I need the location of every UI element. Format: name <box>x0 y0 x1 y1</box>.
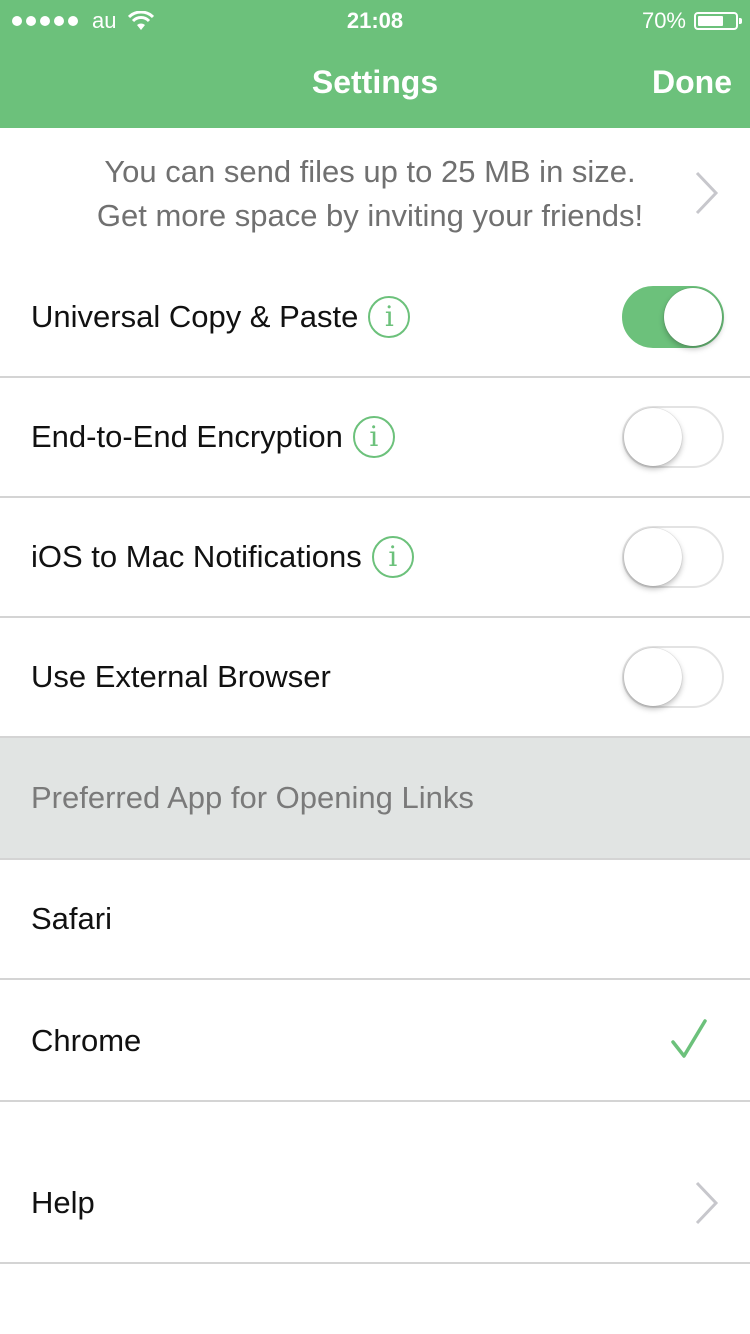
info-icon[interactable]: i <box>371 536 414 578</box>
promo-text: You can send files up to 25 MB in size. … <box>40 150 700 238</box>
toggle-row-use-external-browser: Use External Browser <box>0 618 750 738</box>
toggle-knob <box>664 288 722 346</box>
battery-icon <box>694 12 742 30</box>
help-label: Help <box>31 1185 95 1220</box>
status-time: 21:08 <box>346 8 404 33</box>
done-button[interactable]: Done <box>652 64 732 101</box>
toggle-label: End-to-End Encryption <box>31 419 343 454</box>
promo-line-1: You can send files up to 25 MB in size. <box>104 154 636 189</box>
option-label: Chrome <box>31 1023 142 1058</box>
toggle-row-universal-copy-paste: Universal Copy & Paste i <box>0 258 750 378</box>
toggle-knob <box>624 408 682 466</box>
checkmark-icon <box>671 1019 707 1058</box>
toggle-label: iOS to Mac Notifications <box>31 539 362 574</box>
use-external-browser-toggle[interactable] <box>622 646 724 708</box>
page-title: Settings <box>311 64 439 100</box>
toggle-label: Use External Browser <box>31 659 331 694</box>
storage-promo-row[interactable]: You can send files up to 25 MB in size. … <box>0 128 750 258</box>
section-header-preferred-app: Preferred App for Opening Links <box>0 738 750 860</box>
toggle-knob <box>624 528 682 586</box>
ios-to-mac-notifications-toggle[interactable] <box>622 526 724 588</box>
end-to-end-encryption-toggle[interactable] <box>622 406 724 468</box>
chevron-right-icon <box>695 1181 719 1225</box>
status-bar: au 21:08 70% <box>0 0 750 40</box>
option-label: Safari <box>31 901 112 936</box>
help-row[interactable]: Help <box>0 1144 750 1264</box>
info-icon[interactable]: i <box>352 416 395 458</box>
battery-fill <box>698 16 723 26</box>
info-icon[interactable]: i <box>368 296 411 338</box>
chevron-right-icon <box>695 171 719 215</box>
browser-option-safari[interactable]: Safari <box>0 860 750 980</box>
section-header-label: Preferred App for Opening Links <box>31 780 474 815</box>
universal-copy-paste-toggle[interactable] <box>622 286 724 348</box>
status-right: 70% <box>641 8 742 34</box>
toggle-knob <box>624 648 682 706</box>
navigation-bar: au 21:08 70% Settings Done <box>0 0 750 128</box>
battery-percent: 70% <box>641 8 686 33</box>
toggle-row-end-to-end-encryption: End-to-End Encryption i <box>0 378 750 498</box>
toggle-row-ios-to-mac-notifications: iOS to Mac Notifications i <box>0 498 750 618</box>
browser-option-chrome[interactable]: Chrome <box>0 982 750 1102</box>
promo-line-2: Get more space by inviting your friends! <box>96 198 644 233</box>
toggle-label: Universal Copy & Paste <box>31 299 359 334</box>
